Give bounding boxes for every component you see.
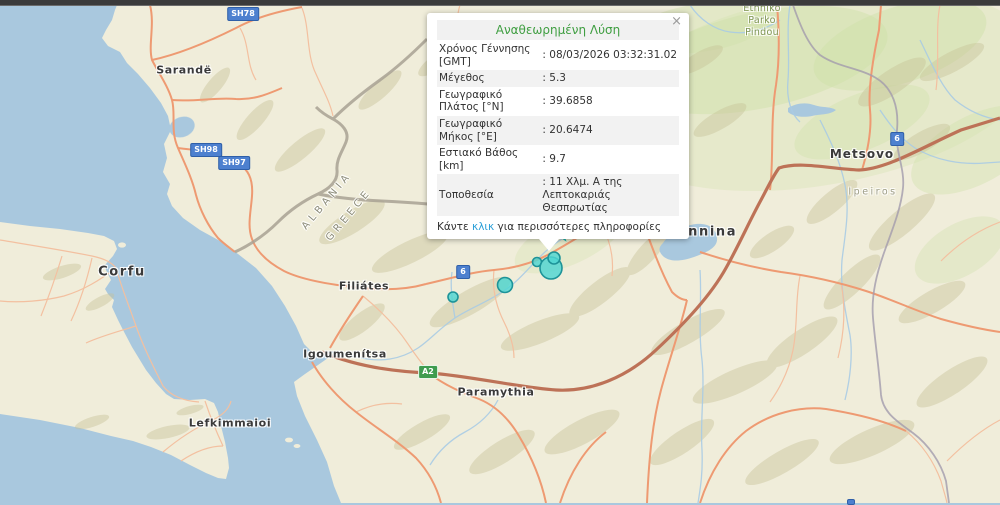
row-value: : 5.3 xyxy=(540,70,679,87)
islet xyxy=(285,438,293,443)
earthquake-details-table: Χρόνος Γέννησης [GMT] : 08/03/2026 03:32… xyxy=(437,41,679,216)
map-label-metsovo: Metsovo xyxy=(830,147,894,161)
close-icon[interactable]: × xyxy=(671,15,682,28)
map-label-corfu: Corfu xyxy=(98,265,146,280)
popup-footer: Κάντε κλικ για περισσότερες πληροφορίες xyxy=(437,216,679,236)
table-row: Χρόνος Γέννησης [GMT] : 08/03/2026 03:32… xyxy=(437,41,679,70)
road-badge-sh98: SH98 xyxy=(190,143,222,157)
row-value: : 11 Χλμ. Α της Λεπτοκαριάς Θεσπρωτίας xyxy=(540,174,679,216)
footer-text-post: για περισσότερες πληροφορίες xyxy=(494,221,661,233)
row-label: Μέγεθος xyxy=(437,70,540,87)
map-label-ethniko-parko-pindou: Ethniko Parko Pindou xyxy=(734,3,790,39)
table-row: Τοποθεσία : 11 Χλμ. Α της Λεπτοκαριάς Θε… xyxy=(437,174,679,216)
table-row: Γεωγραφικό Πλάτος [°N] : 39.6858 xyxy=(437,87,679,116)
road-badge-a2: A2 xyxy=(418,365,438,379)
road-badge-6-metsovo: 6 xyxy=(890,132,904,146)
map-label-paramythia: Paramythia xyxy=(458,386,535,399)
earthquake-marker[interactable] xyxy=(448,292,458,302)
row-label: Γεωγραφικό Μήκος [°E] xyxy=(437,116,540,145)
row-label: Γεωγραφικό Πλάτος [°N] xyxy=(437,87,540,116)
top-bar xyxy=(0,0,1000,6)
islet xyxy=(294,444,301,448)
table-row: Γεωγραφικό Μήκος [°E] : 20.6474 xyxy=(437,116,679,145)
row-label: Τοποθεσία xyxy=(437,174,540,216)
map-label-lefkimmaioi: Lefkimmaioi xyxy=(189,417,271,430)
map-label-igoumenitsa: Igoumenítsa xyxy=(303,348,387,361)
row-value: : 9.7 xyxy=(540,145,679,174)
islet xyxy=(118,242,126,247)
road-badge-clipped xyxy=(847,499,855,505)
row-label: Χρόνος Γέννησης [GMT] xyxy=(437,41,540,70)
earthquake-marker[interactable] xyxy=(548,252,560,264)
popup-title: Αναθεωρημένη Λύση xyxy=(437,20,679,40)
row-value: : 20.6474 xyxy=(540,116,679,145)
row-label: Εστιακό Βάθος [km] xyxy=(437,145,540,174)
map-label-sarande: Sarandë xyxy=(156,64,212,77)
road-badge-sh78: SH78 xyxy=(227,7,259,21)
road-badge-sh97: SH97 xyxy=(218,156,250,170)
popup-pointer xyxy=(539,239,559,251)
more-info-link[interactable]: κλικ xyxy=(472,221,494,233)
earthquake-marker[interactable] xyxy=(498,278,513,293)
road-badge-6: 6 xyxy=(456,265,470,279)
map-label-filiates: Filiátes xyxy=(339,280,389,293)
footer-text-pre: Κάντε xyxy=(437,221,472,233)
row-value: : 39.6858 xyxy=(540,87,679,116)
map-label-ipeiros: Ipeiros xyxy=(848,187,897,198)
table-row: Εστιακό Βάθος [km] : 9.7 xyxy=(437,145,679,174)
row-value: : 08/03/2026 03:32:31.02 xyxy=(540,41,679,70)
table-row: Μέγεθος : 5.3 xyxy=(437,70,679,87)
earthquake-popup: × Αναθεωρημένη Λύση Χρόνος Γέννησης [GMT… xyxy=(427,13,689,239)
